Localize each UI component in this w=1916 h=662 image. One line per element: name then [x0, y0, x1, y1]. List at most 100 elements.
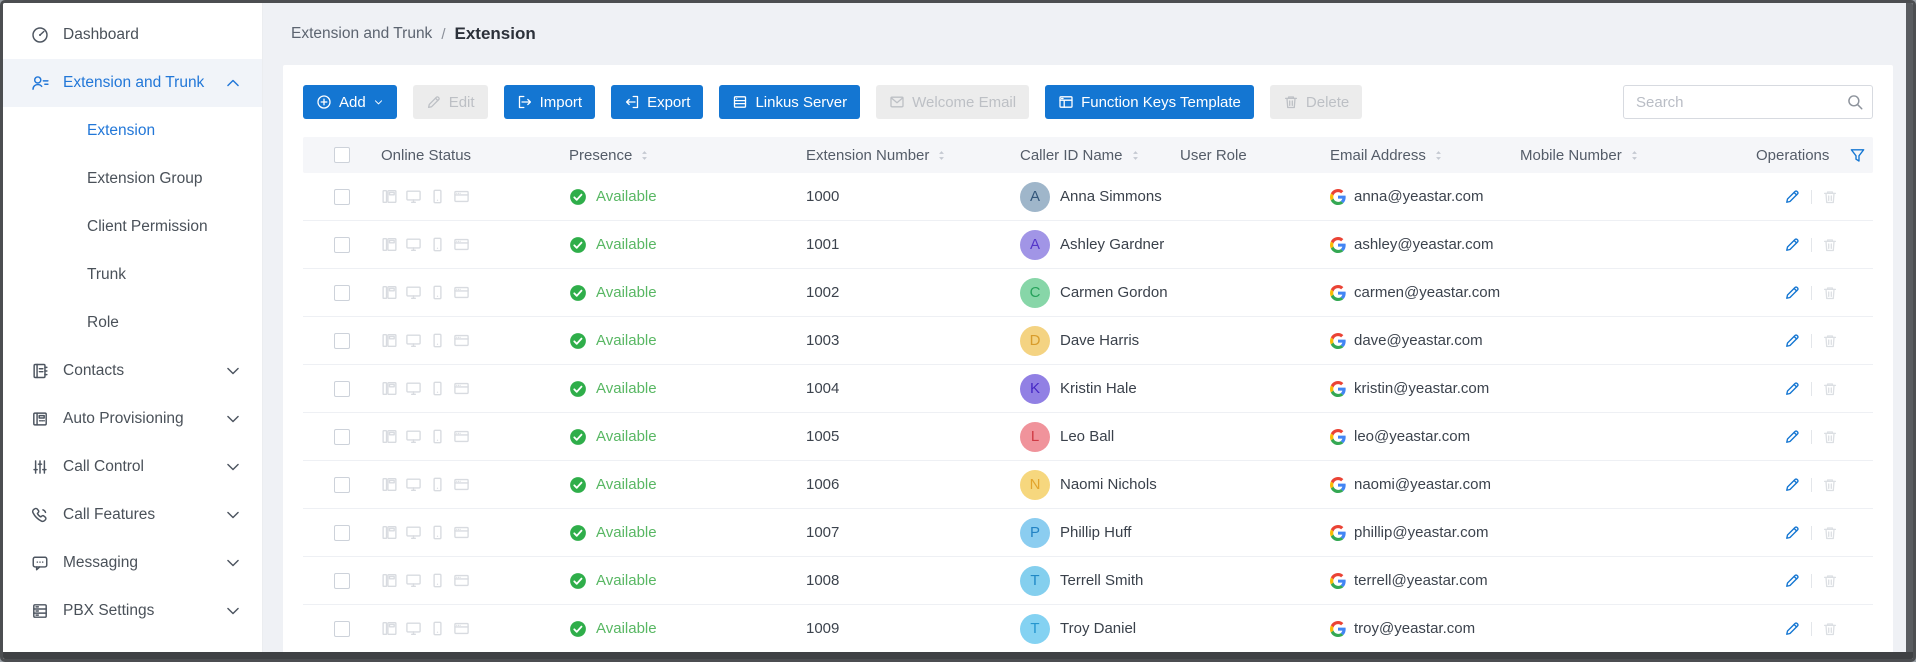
- dashboard-icon: [31, 26, 49, 44]
- edit-row-button[interactable]: [1784, 284, 1801, 301]
- row-checkbox[interactable]: [334, 381, 350, 397]
- edit-row-button[interactable]: [1784, 188, 1801, 205]
- operations-divider: [1811, 478, 1812, 492]
- export-button[interactable]: Export: [611, 85, 703, 119]
- cell-operations: [1756, 236, 1866, 253]
- row-checkbox[interactable]: [334, 333, 350, 349]
- edit-row-button[interactable]: [1784, 236, 1801, 253]
- delete-row-button[interactable]: [1822, 621, 1838, 637]
- table-row[interactable]: Available1005LLeo Ballleo@yeastar.com: [303, 413, 1873, 461]
- edit-button[interactable]: Edit: [413, 85, 488, 119]
- cell-select: [303, 333, 381, 349]
- call-control-icon: [31, 458, 49, 476]
- sidebar-item-trunk[interactable]: Trunk: [3, 251, 262, 299]
- edit-row-button[interactable]: [1784, 332, 1801, 349]
- vertical-scrollbar[interactable]: [1906, 3, 1913, 659]
- row-checkbox[interactable]: [334, 525, 350, 541]
- cell-email-address: terrell@yeastar.com: [1330, 572, 1520, 589]
- delete-row-button[interactable]: [1822, 333, 1838, 349]
- linkus-server-button[interactable]: Linkus Server: [719, 85, 860, 119]
- delete-row-button[interactable]: [1822, 381, 1838, 397]
- google-icon: [1330, 285, 1346, 301]
- delete-row-button[interactable]: [1822, 237, 1838, 253]
- sidebar-item-client-permission[interactable]: Client Permission: [3, 203, 262, 251]
- edit-row-button[interactable]: [1784, 428, 1801, 445]
- table-row[interactable]: Available1000AAnna Simmonsanna@yeastar.c…: [303, 173, 1873, 221]
- edit-row-button[interactable]: [1784, 524, 1801, 541]
- search-icon[interactable]: [1846, 93, 1864, 116]
- sidebar-item-call-control[interactable]: Call Control: [3, 443, 262, 491]
- sort-icon[interactable]: [638, 149, 651, 162]
- welcome-email-button[interactable]: Welcome Email: [876, 85, 1029, 119]
- chevron-up-icon: [224, 74, 242, 92]
- chevron-down-icon: [224, 554, 242, 572]
- edit-row-button[interactable]: [1784, 620, 1801, 637]
- sidebar-item-messaging[interactable]: Messaging: [3, 539, 262, 587]
- sort-icon[interactable]: [1628, 149, 1641, 162]
- import-button[interactable]: Import: [504, 85, 596, 119]
- delete-row-button[interactable]: [1822, 429, 1838, 445]
- table-row[interactable]: Available1003DDave Harrisdave@yeastar.co…: [303, 317, 1873, 365]
- google-icon: [1330, 237, 1346, 253]
- delete-row-button[interactable]: [1822, 189, 1838, 205]
- table-row[interactable]: Available1007PPhillip Huffphillip@yeasta…: [303, 509, 1873, 557]
- cell-presence: Available: [569, 572, 806, 590]
- breadcrumb-parent[interactable]: Extension and Trunk: [291, 25, 432, 43]
- table-row[interactable]: Available1006NNaomi Nicholsnaomi@yeastar…: [303, 461, 1873, 509]
- sort-icon[interactable]: [1129, 149, 1142, 162]
- sidebar-item-extension[interactable]: Extension: [3, 107, 262, 155]
- google-icon: [1330, 189, 1346, 205]
- sidebar-item-dashboard[interactable]: Dashboard: [3, 11, 262, 59]
- add-button[interactable]: Add: [303, 85, 397, 119]
- mobile-icon: [429, 332, 446, 349]
- sidebar-item-label: Role: [87, 314, 119, 332]
- select-all-checkbox[interactable]: [334, 147, 350, 163]
- column-header-mobile-number[interactable]: Mobile Number: [1520, 147, 1756, 164]
- column-header-extension-number[interactable]: Extension Number: [806, 147, 1020, 164]
- column-header-presence[interactable]: Presence: [569, 147, 806, 164]
- row-checkbox[interactable]: [334, 621, 350, 637]
- row-checkbox[interactable]: [334, 429, 350, 445]
- row-checkbox[interactable]: [334, 573, 350, 589]
- cell-caller-id-name: NNaomi Nichols: [1020, 470, 1180, 500]
- search-input[interactable]: [1623, 85, 1873, 119]
- mobile-icon: [429, 572, 446, 589]
- table-row[interactable]: Available1004KKristin Halekristin@yeasta…: [303, 365, 1873, 413]
- web-client-icon: [453, 236, 470, 253]
- table-header-row: Online StatusPresenceExtension NumberCal…: [303, 137, 1873, 173]
- delete-button[interactable]: Delete: [1270, 85, 1362, 119]
- delete-row-button[interactable]: [1822, 477, 1838, 493]
- table-row[interactable]: Available1001AAshley Gardnerashley@yeast…: [303, 221, 1873, 269]
- row-checkbox[interactable]: [334, 477, 350, 493]
- filter-icon[interactable]: [1849, 147, 1866, 164]
- sidebar-item-call-features[interactable]: Call Features: [3, 491, 262, 539]
- edit-row-button[interactable]: [1784, 476, 1801, 493]
- sidebar-item-extension-and-trunk[interactable]: Extension and Trunk: [3, 59, 262, 107]
- cell-presence: Available: [569, 236, 806, 254]
- sidebar-item-extension-group[interactable]: Extension Group: [3, 155, 262, 203]
- edit-row-button[interactable]: [1784, 572, 1801, 589]
- column-header-user-role: User Role: [1180, 147, 1330, 164]
- table-row[interactable]: Available1008TTerrell Smithterrell@yeast…: [303, 557, 1873, 605]
- edit-row-button[interactable]: [1784, 380, 1801, 397]
- app-window: DashboardExtension and TrunkExtensionExt…: [0, 0, 1916, 662]
- table-row[interactable]: Available1009TTroy Danieltroy@yeastar.co…: [303, 605, 1873, 653]
- cell-select: [303, 477, 381, 493]
- column-header-caller-id-name[interactable]: Caller ID Name: [1020, 147, 1180, 164]
- sort-icon[interactable]: [935, 149, 948, 162]
- sidebar-item-auto-provisioning[interactable]: Auto Provisioning: [3, 395, 262, 443]
- function-keys-template-button[interactable]: Function Keys Template: [1045, 85, 1254, 119]
- delete-row-button[interactable]: [1822, 525, 1838, 541]
- sidebar-item-label: Call Features: [63, 506, 155, 524]
- delete-row-button[interactable]: [1822, 573, 1838, 589]
- sort-icon[interactable]: [1432, 149, 1445, 162]
- row-checkbox[interactable]: [334, 189, 350, 205]
- sidebar-item-contacts[interactable]: Contacts: [3, 347, 262, 395]
- delete-row-button[interactable]: [1822, 285, 1838, 301]
- table-row[interactable]: Available1002CCarmen Gordoncarmen@yeasta…: [303, 269, 1873, 317]
- column-header-email-address[interactable]: Email Address: [1330, 147, 1520, 164]
- sidebar-item-pbx-settings[interactable]: PBX Settings: [3, 587, 262, 635]
- row-checkbox[interactable]: [334, 285, 350, 301]
- row-checkbox[interactable]: [334, 237, 350, 253]
- sidebar-item-role[interactable]: Role: [3, 299, 262, 347]
